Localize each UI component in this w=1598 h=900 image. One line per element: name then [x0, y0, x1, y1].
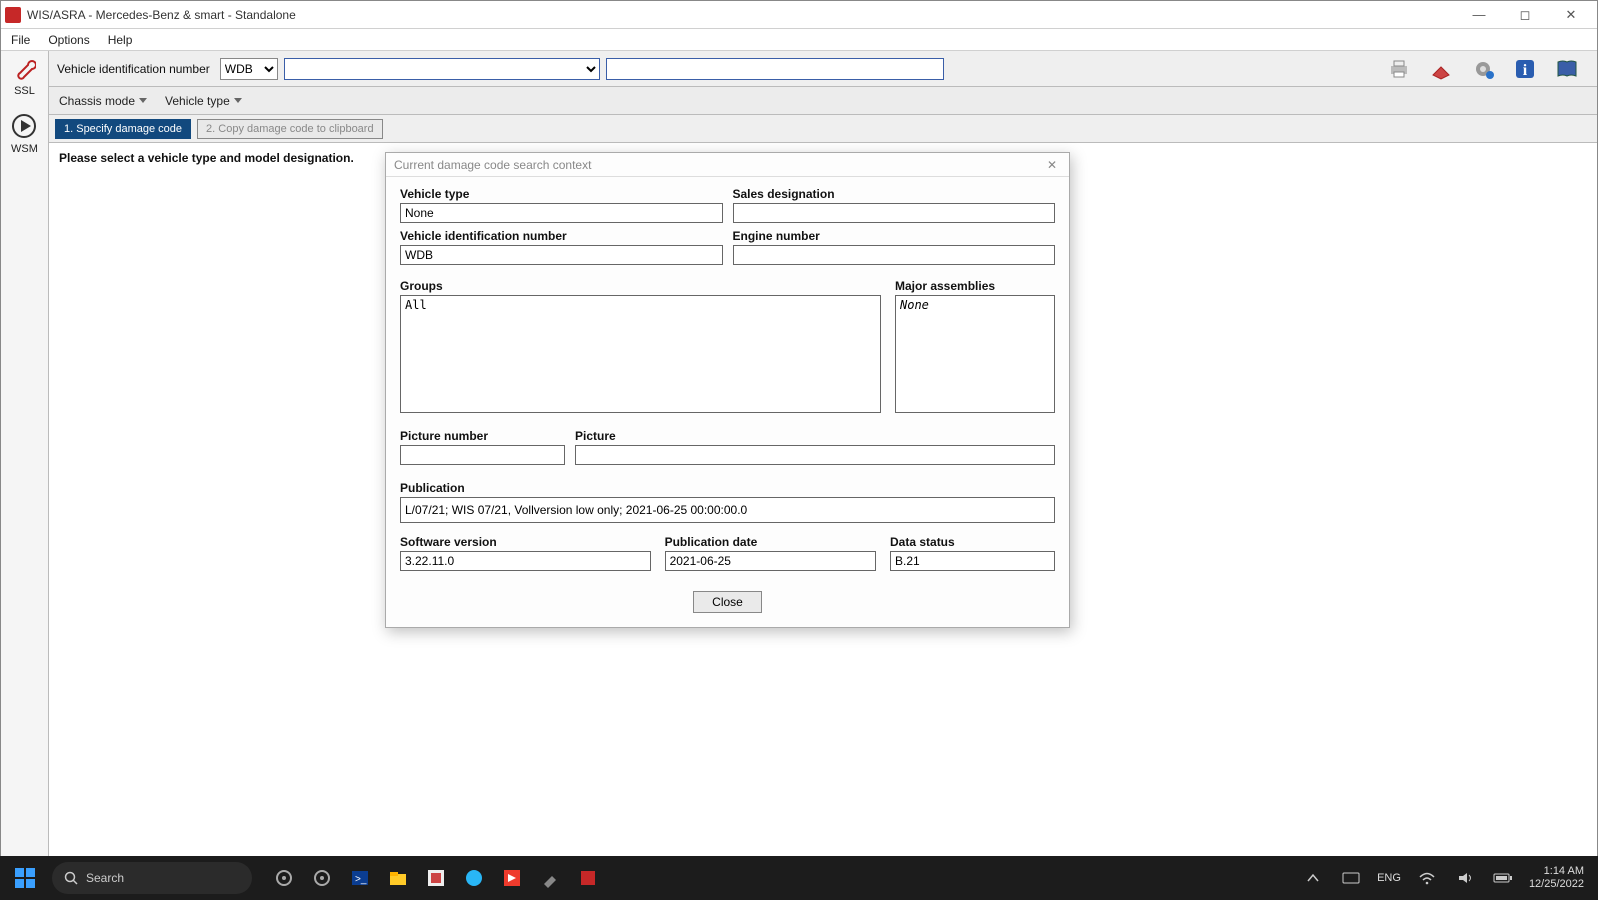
tray-chevron-icon[interactable]	[1301, 866, 1325, 890]
window-controls: — ◻ ✕	[1457, 2, 1593, 28]
label-publication-date: Publication date	[665, 535, 876, 549]
field-data-status[interactable]	[890, 551, 1055, 571]
taskbar-app-icons: >_	[272, 866, 600, 890]
window-title: WIS/ASRA - Mercedes-Benz & smart - Stand…	[27, 8, 1457, 22]
field-engine-number[interactable]	[733, 245, 1056, 265]
taskbar-app2-icon[interactable]	[576, 866, 600, 890]
taskbar-browser-icon[interactable]	[462, 866, 486, 890]
taskbar: Search >_ ENG 1:14 AM 12/25/2022	[0, 856, 1598, 900]
taskbar-gear-icon[interactable]	[310, 866, 334, 890]
maximize-button[interactable]: ◻	[1503, 2, 1547, 28]
tray-wifi-icon[interactable]	[1415, 866, 1439, 890]
search-icon	[64, 871, 78, 885]
menu-help[interactable]: Help	[104, 31, 137, 49]
step-specify-damage-code[interactable]: 1. Specify damage code	[55, 119, 191, 139]
step-copy-to-clipboard: 2. Copy damage code to clipboard	[197, 119, 383, 139]
field-picture-number[interactable]	[400, 445, 565, 465]
menu-file[interactable]: File	[7, 31, 34, 49]
wrench-icon	[14, 59, 36, 81]
menu-options[interactable]: Options	[44, 31, 93, 49]
label-groups: Groups	[400, 279, 881, 293]
rail-wsm-button[interactable]: WSM	[11, 113, 38, 155]
search-placeholder: Search	[86, 871, 124, 885]
chevron-down-icon	[139, 98, 147, 103]
vin-extra-input[interactable]	[606, 58, 944, 80]
play-circle-icon	[11, 113, 37, 139]
left-rail: SSL WSM	[1, 51, 49, 871]
app-icon	[5, 7, 21, 23]
taskbar-left: Search >_	[8, 861, 600, 895]
field-publication[interactable]	[400, 497, 1055, 523]
vin-bar: Vehicle identification number WDB i	[49, 51, 1597, 87]
titlebar: WIS/ASRA - Mercedes-Benz & smart - Stand…	[1, 1, 1597, 29]
field-groups[interactable]: All	[400, 295, 881, 413]
label-vin: Vehicle identification number	[400, 229, 723, 243]
tray-volume-icon[interactable]	[1453, 866, 1477, 890]
tray-time: 1:14 AM	[1544, 865, 1584, 878]
minimize-button[interactable]: —	[1457, 2, 1501, 28]
taskbar-app1-icon[interactable]	[424, 866, 448, 890]
field-publication-date[interactable]	[665, 551, 876, 571]
vehicle-type-label: Vehicle type	[165, 94, 230, 108]
chevron-down-icon	[234, 98, 242, 103]
eraser-icon[interactable]	[1427, 55, 1455, 83]
tray-keyboard-icon[interactable]	[1339, 866, 1363, 890]
svg-text:>_: >_	[355, 874, 367, 885]
dialog-body: Vehicle type Sales designation Vehicle i…	[386, 177, 1069, 627]
book-icon[interactable]	[1553, 55, 1581, 83]
tray-language[interactable]: ENG	[1377, 872, 1401, 884]
field-major-assemblies[interactable]: None	[895, 295, 1055, 413]
print-icon[interactable]	[1385, 55, 1413, 83]
label-picture: Picture	[575, 429, 1055, 443]
label-software-version: Software version	[400, 535, 651, 549]
taskbar-right: ENG 1:14 AM 12/25/2022	[1301, 865, 1590, 891]
search-context-dialog: Current damage code search context ✕ Veh…	[385, 152, 1070, 628]
label-major-assemblies: Major assemblies	[895, 279, 1055, 293]
close-button[interactable]: Close	[693, 591, 762, 613]
taskbar-anydesk-icon[interactable]	[500, 866, 524, 890]
vehicle-type-dropdown[interactable]: Vehicle type	[165, 94, 242, 108]
field-software-version[interactable]	[400, 551, 651, 571]
rail-wsm-label: WSM	[11, 143, 38, 155]
field-picture[interactable]	[575, 445, 1055, 465]
chassis-mode-label: Chassis mode	[59, 94, 135, 108]
vin-label: Vehicle identification number	[57, 62, 210, 76]
taskbar-terminal-icon[interactable]: >_	[348, 866, 372, 890]
tray-clock[interactable]: 1:14 AM 12/25/2022	[1529, 865, 1590, 891]
field-sales-designation[interactable]	[733, 203, 1056, 223]
info-icon[interactable]: i	[1511, 55, 1539, 83]
rail-ssl-label: SSL	[14, 85, 35, 97]
chassis-mode-dropdown[interactable]: Chassis mode	[59, 94, 147, 108]
steps-bar: 1. Specify damage code 2. Copy damage co…	[49, 115, 1597, 143]
taskbar-explorer-icon[interactable]	[386, 866, 410, 890]
close-window-button[interactable]: ✕	[1549, 2, 1593, 28]
tray-date: 12/25/2022	[1529, 878, 1584, 891]
label-vehicle-type: Vehicle type	[400, 187, 723, 201]
start-button[interactable]	[8, 861, 42, 895]
gear-icon[interactable]	[1469, 55, 1497, 83]
dialog-title: Current damage code search context	[394, 158, 591, 172]
dialog-titlebar: Current damage code search context ✕	[386, 153, 1069, 177]
tray-battery-icon[interactable]	[1491, 866, 1515, 890]
taskbar-search[interactable]: Search	[52, 862, 252, 894]
windows-icon	[14, 867, 36, 889]
svg-text:i: i	[1523, 62, 1528, 79]
toolbar-icons: i	[1385, 55, 1589, 83]
rail-ssl-button[interactable]: SSL	[14, 59, 36, 97]
label-publication: Publication	[400, 481, 1055, 495]
chassis-bar: Chassis mode Vehicle type	[49, 87, 1597, 115]
label-picture-number: Picture number	[400, 429, 565, 443]
menubar: File Options Help	[1, 29, 1597, 51]
label-sales-designation: Sales designation	[733, 187, 1056, 201]
label-engine-number: Engine number	[733, 229, 1056, 243]
vin-prefix-select[interactable]: WDB	[220, 58, 278, 80]
vin-main-dropdown[interactable]	[284, 58, 600, 80]
dialog-close-icon[interactable]: ✕	[1043, 156, 1061, 174]
label-data-status: Data status	[890, 535, 1055, 549]
field-vin[interactable]	[400, 245, 723, 265]
taskbar-tool-icon[interactable]	[538, 866, 562, 890]
taskbar-settings-icon[interactable]	[272, 866, 296, 890]
dialog-footer: Close	[400, 577, 1055, 613]
field-vehicle-type[interactable]	[400, 203, 723, 223]
